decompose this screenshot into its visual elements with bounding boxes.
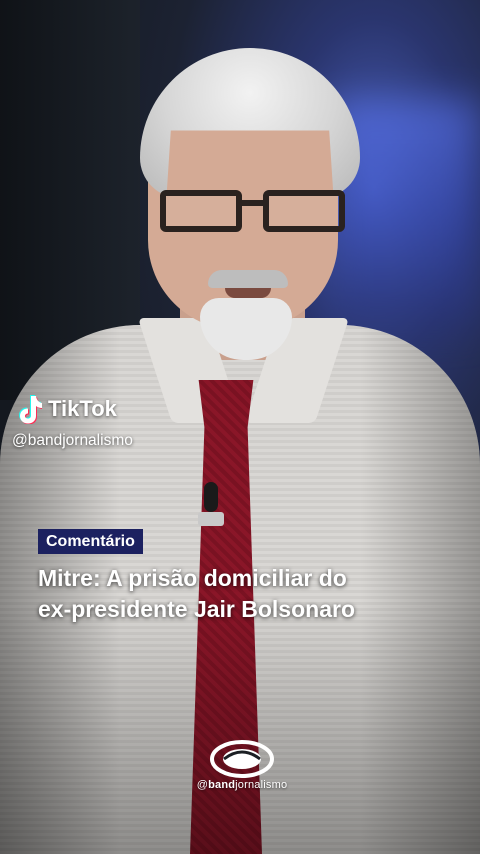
creator-handle[interactable]: @bandjornalismo [12, 432, 133, 450]
headline-line-1: Mitre: A prisão domiciliar do [38, 565, 347, 591]
tiktok-note-icon [19, 395, 42, 424]
moustache [208, 270, 288, 288]
bottom-vignette [0, 600, 480, 854]
logo-wordmark: @bandjornalismo [192, 779, 292, 791]
microphone-clip [198, 512, 224, 526]
video-frame[interactable]: TikTok @bandjornalismo Comentário Mitre:… [0, 0, 480, 854]
glasses-lens-right [263, 190, 345, 232]
logo-at: @ [196, 779, 209, 791]
tiktok-watermark: TikTok [16, 394, 117, 424]
tiktok-wordmark: TikTok [48, 396, 117, 421]
glasses-lens-left [160, 190, 242, 232]
headline-line-2: ex-presidente Jair Bolsonaro [38, 596, 355, 622]
band-jornalismo-logo: @bandjornalismo [192, 740, 292, 791]
video-headline: Mitre: A prisão domiciliar do ex-preside… [38, 563, 458, 625]
category-badge: Comentário [38, 529, 143, 554]
logo-jornalismo: jornalismo [235, 779, 288, 791]
glasses [160, 190, 345, 234]
band-eye-logo-icon [210, 740, 274, 778]
lapel-microphone [204, 482, 218, 512]
logo-band: band [208, 779, 236, 791]
mouth [225, 288, 271, 298]
